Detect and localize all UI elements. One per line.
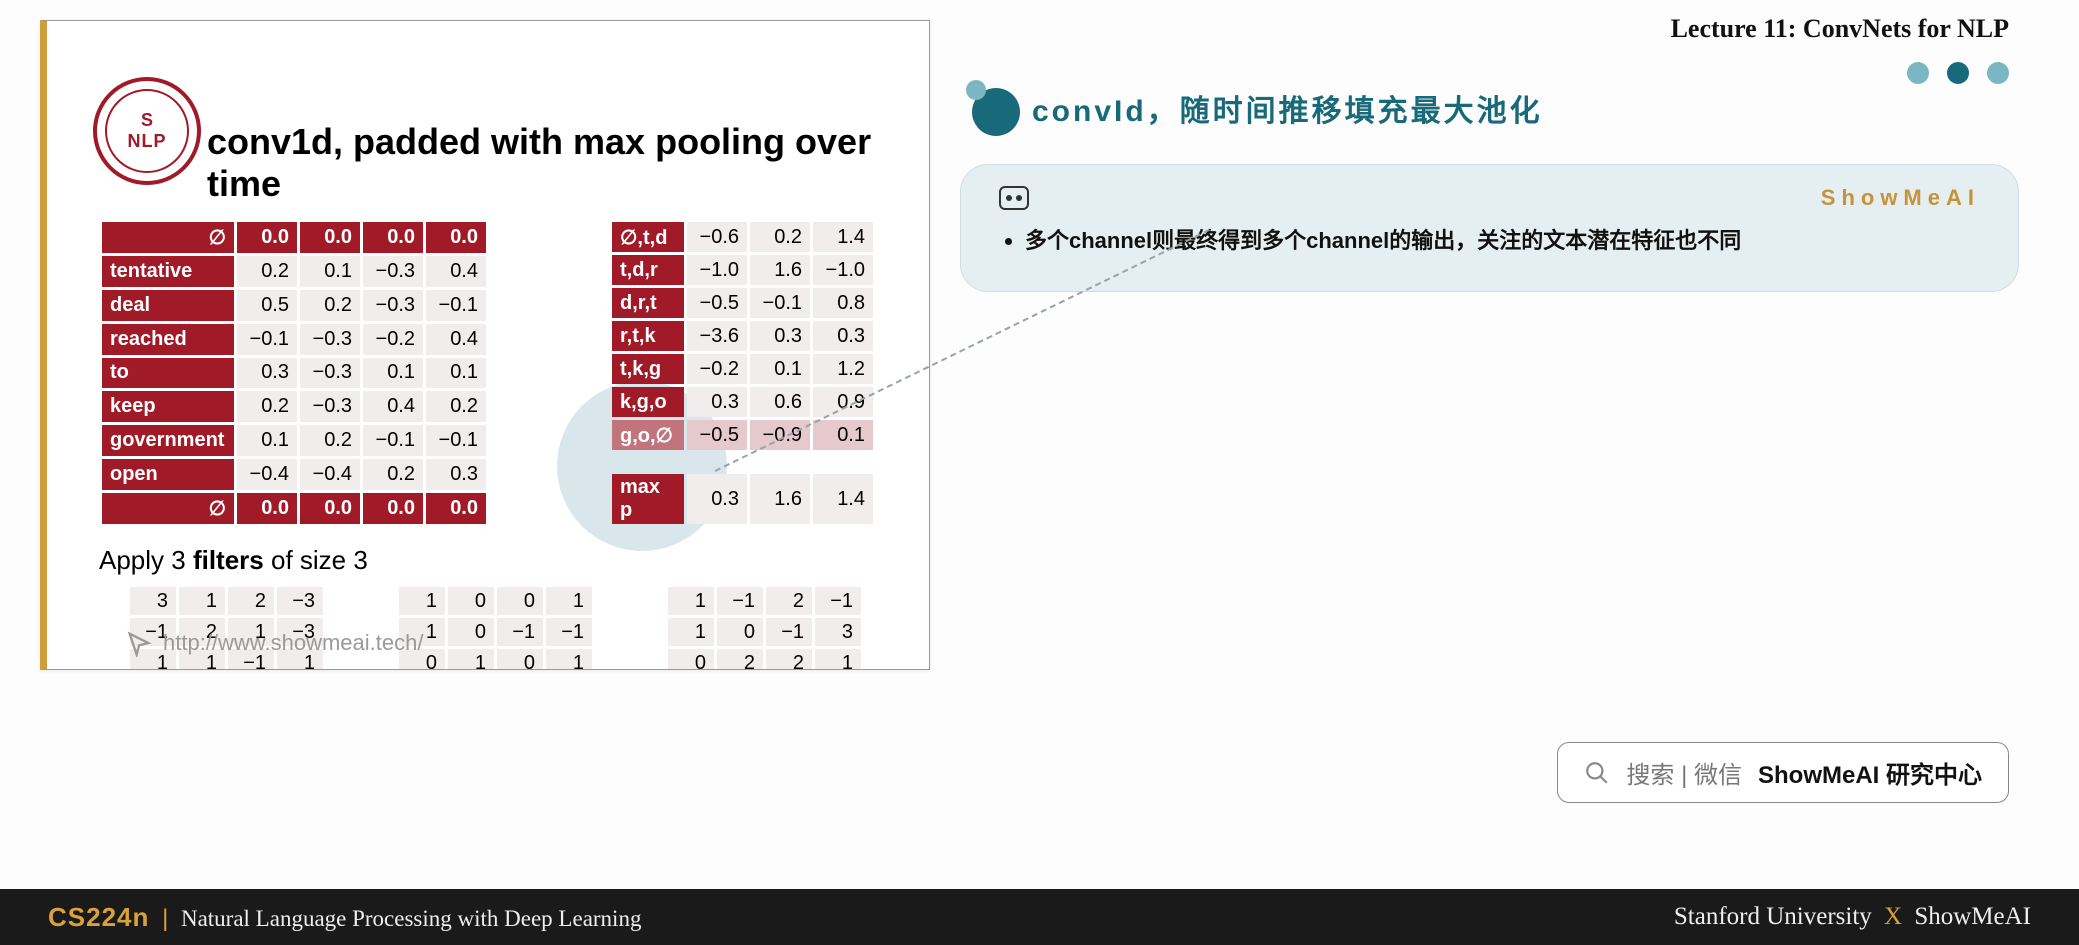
search-hint-bold: ShowMeAI 研究中心 (1758, 755, 1982, 790)
watermark: http://www.showmeai.tech/ (125, 629, 423, 657)
note-bullet: 多个channel则最终得到多个channel的输出，关注的文本潜在特征也不同 (1025, 221, 1980, 261)
course-name: Natural Language Processing with Deep Le… (181, 906, 641, 931)
maxpool-table: max p0.31.61.4 (609, 471, 876, 527)
footer-org-a: Stanford University (1674, 903, 1872, 930)
footer: CS224n | Natural Language Processing wit… (0, 889, 2079, 945)
search-hint[interactable]: 搜索 | 微信 ShowMeAI 研究中心 (1557, 742, 2009, 803)
lecture-header: Lecture 11: ConvNets for NLP (960, 14, 2019, 44)
search-icon (1584, 760, 1610, 786)
bot-icon (999, 186, 1029, 210)
section-bullet-icon (966, 80, 1022, 136)
course-code: CS224n (48, 902, 149, 932)
conv-output-table: ∅,t,d−0.60.21.4t,d,r−1.01.6−1.0d,r,t−0.5… (609, 219, 876, 453)
footer-org-b: ShowMeAI (1914, 903, 2031, 930)
cursor-icon (125, 629, 153, 657)
brand-label: ShowMeAI (1821, 185, 1980, 211)
section-title: convId，随时间推移填充最大池化 (1032, 86, 1543, 130)
slide-frame: SNLP conv1d, padded with max pooling ove… (40, 20, 930, 670)
filter-matrices: 312−3−121−311−11100110−1−101011−12−110−1… (127, 584, 899, 670)
slide-title: conv1d, padded with max pooling over tim… (207, 121, 899, 205)
stanford-nlp-logo: SNLP (93, 77, 201, 185)
search-hint-text: 搜索 | 微信 (1626, 755, 1742, 790)
filters-caption: Apply 3 filters of size 3 (99, 545, 899, 576)
embedding-table: ∅0.00.00.00.0tentative0.20.1−0.30.4deal0… (99, 219, 489, 527)
decorative-dots (1907, 62, 2009, 84)
